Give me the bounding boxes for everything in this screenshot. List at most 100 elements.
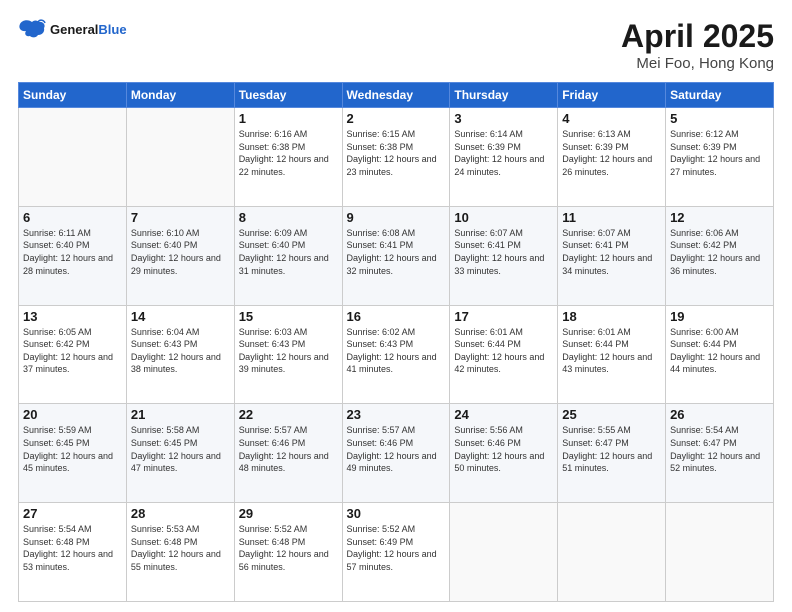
- cell-day-number: 16: [347, 309, 446, 324]
- cell-day-number: 24: [454, 407, 553, 422]
- table-row: [126, 108, 234, 207]
- cell-info: Sunrise: 6:12 AMSunset: 6:39 PMDaylight:…: [670, 128, 769, 178]
- table-row: 25 Sunrise: 5:55 AMSunset: 6:47 PMDayligh…: [558, 404, 666, 503]
- cell-day-number: 6: [23, 210, 122, 225]
- cell-info: Sunrise: 5:55 AMSunset: 6:47 PMDaylight:…: [562, 424, 661, 474]
- cell-info: Sunrise: 6:00 AMSunset: 6:44 PMDaylight:…: [670, 326, 769, 376]
- cell-day-number: 10: [454, 210, 553, 225]
- cell-info: Sunrise: 6:13 AMSunset: 6:39 PMDaylight:…: [562, 128, 661, 178]
- table-row: 1 Sunrise: 6:16 AMSunset: 6:38 PMDaylight…: [234, 108, 342, 207]
- table-row: 16Sunrise: 6:02 AMSunset: 6:43 PMDayligh…: [342, 305, 450, 404]
- cell-info: Sunrise: 6:10 AMSunset: 6:40 PMDaylight:…: [131, 227, 230, 277]
- cell-day-number: 13: [23, 309, 122, 324]
- logo: GeneralBlue: [18, 18, 127, 40]
- cell-day-number: 28: [131, 506, 230, 521]
- cell-day-number: 15: [239, 309, 338, 324]
- cell-info: Sunrise: 5:58 AMSunset: 6:45 PMDaylight:…: [131, 424, 230, 474]
- cell-info: Sunrise: 5:52 AMSunset: 6:48 PMDaylight:…: [239, 523, 338, 573]
- cell-info: Sunrise: 5:59 AMSunset: 6:45 PMDaylight:…: [23, 424, 122, 474]
- table-row: 4 Sunrise: 6:13 AMSunset: 6:39 PMDaylight…: [558, 108, 666, 207]
- calendar-week-row: 13 Sunrise: 6:05 AMSunset: 6:42 PMDayligh…: [19, 305, 774, 404]
- table-row: 10 Sunrise: 6:07 AMSunset: 6:41 PMDayligh…: [450, 206, 558, 305]
- table-row: 21Sunrise: 5:58 AMSunset: 6:45 PMDayligh…: [126, 404, 234, 503]
- cell-day-number: 22: [239, 407, 338, 422]
- cell-day-number: 7: [131, 210, 230, 225]
- cell-info: Sunrise: 6:15 AMSunset: 6:38 PMDaylight:…: [347, 128, 446, 178]
- table-row: 24 Sunrise: 5:56 AMSunset: 6:46 PMDayligh…: [450, 404, 558, 503]
- table-row: 27 Sunrise: 5:54 AMSunset: 6:48 PMDayligh…: [19, 503, 127, 602]
- cell-info: Sunrise: 5:57 AMSunset: 6:46 PMDaylight:…: [239, 424, 338, 474]
- calendar-week-row: 20 Sunrise: 5:59 AMSunset: 6:45 PMDayligh…: [19, 404, 774, 503]
- table-row: 11 Sunrise: 6:07 AMSunset: 6:41 PMDayligh…: [558, 206, 666, 305]
- cell-info: Sunrise: 6:05 AMSunset: 6:42 PMDaylight:…: [23, 326, 122, 376]
- table-row: [666, 503, 774, 602]
- table-row: 15 Sunrise: 6:03 AMSunset: 6:43 PMDayligh…: [234, 305, 342, 404]
- col-saturday: Saturday: [666, 83, 774, 108]
- cell-info: Sunrise: 5:56 AMSunset: 6:46 PMDaylight:…: [454, 424, 553, 474]
- table-row: 14Sunrise: 6:04 AMSunset: 6:43 PMDayligh…: [126, 305, 234, 404]
- calendar-week-row: 1 Sunrise: 6:16 AMSunset: 6:38 PMDaylight…: [19, 108, 774, 207]
- cell-day-number: 29: [239, 506, 338, 521]
- table-row: 18Sunrise: 6:01 AMSunset: 6:44 PMDayligh…: [558, 305, 666, 404]
- header: GeneralBlue April 2025 Mei Foo, Hong Kon…: [18, 18, 774, 72]
- cell-info: Sunrise: 6:04 AMSunset: 6:43 PMDaylight:…: [131, 326, 230, 376]
- cell-day-number: 1: [239, 111, 338, 126]
- col-wednesday: Wednesday: [342, 83, 450, 108]
- cell-day-number: 11: [562, 210, 661, 225]
- table-row: 29 Sunrise: 5:52 AMSunset: 6:48 PMDayligh…: [234, 503, 342, 602]
- cell-day-number: 18: [562, 309, 661, 324]
- col-friday: Friday: [558, 83, 666, 108]
- cell-day-number: 17: [454, 309, 553, 324]
- cell-info: Sunrise: 6:14 AMSunset: 6:39 PMDaylight:…: [454, 128, 553, 178]
- cell-day-number: 9: [347, 210, 446, 225]
- col-monday: Monday: [126, 83, 234, 108]
- table-row: [19, 108, 127, 207]
- cell-info: Sunrise: 5:54 AMSunset: 6:47 PMDaylight:…: [670, 424, 769, 474]
- cell-day-number: 12: [670, 210, 769, 225]
- title-block: April 2025 Mei Foo, Hong Kong: [621, 18, 774, 72]
- cell-info: Sunrise: 6:09 AMSunset: 6:40 PMDaylight:…: [239, 227, 338, 277]
- table-row: 17 Sunrise: 6:01 AMSunset: 6:44 PMDayligh…: [450, 305, 558, 404]
- cell-info: Sunrise: 5:54 AMSunset: 6:48 PMDaylight:…: [23, 523, 122, 573]
- cell-info: Sunrise: 6:16 AMSunset: 6:38 PMDaylight:…: [239, 128, 338, 178]
- table-row: 5Sunrise: 6:12 AMSunset: 6:39 PMDaylight…: [666, 108, 774, 207]
- col-thursday: Thursday: [450, 83, 558, 108]
- table-row: 23Sunrise: 5:57 AMSunset: 6:46 PMDayligh…: [342, 404, 450, 503]
- table-row: 20 Sunrise: 5:59 AMSunset: 6:45 PMDayligh…: [19, 404, 127, 503]
- cell-info: Sunrise: 6:01 AMSunset: 6:44 PMDaylight:…: [454, 326, 553, 376]
- cell-info: Sunrise: 5:53 AMSunset: 6:48 PMDaylight:…: [131, 523, 230, 573]
- calendar-table: Sunday Monday Tuesday Wednesday Thursday…: [18, 82, 774, 602]
- cell-day-number: 2: [347, 111, 446, 126]
- cell-day-number: 30: [347, 506, 446, 521]
- table-row: 2 Sunrise: 6:15 AMSunset: 6:38 PMDaylight…: [342, 108, 450, 207]
- table-row: 30 Sunrise: 5:52 AMSunset: 6:49 PMDayligh…: [342, 503, 450, 602]
- table-row: 19Sunrise: 6:00 AMSunset: 6:44 PMDayligh…: [666, 305, 774, 404]
- cell-info: Sunrise: 6:07 AMSunset: 6:41 PMDaylight:…: [454, 227, 553, 277]
- cell-day-number: 8: [239, 210, 338, 225]
- cell-day-number: 23: [347, 407, 446, 422]
- cell-day-number: 27: [23, 506, 122, 521]
- cell-info: Sunrise: 6:08 AMSunset: 6:41 PMDaylight:…: [347, 227, 446, 277]
- table-row: 22 Sunrise: 5:57 AMSunset: 6:46 PMDayligh…: [234, 404, 342, 503]
- cell-info: Sunrise: 5:52 AMSunset: 6:49 PMDaylight:…: [347, 523, 446, 573]
- table-row: 6Sunrise: 6:11 AMSunset: 6:40 PMDaylight…: [19, 206, 127, 305]
- cell-day-number: 26: [670, 407, 769, 422]
- table-row: [558, 503, 666, 602]
- col-tuesday: Tuesday: [234, 83, 342, 108]
- cell-day-number: 25: [562, 407, 661, 422]
- cell-info: Sunrise: 6:03 AMSunset: 6:43 PMDaylight:…: [239, 326, 338, 376]
- cell-info: Sunrise: 6:07 AMSunset: 6:41 PMDaylight:…: [562, 227, 661, 277]
- calendar-header-row: Sunday Monday Tuesday Wednesday Thursday…: [19, 83, 774, 108]
- cell-day-number: 3: [454, 111, 553, 126]
- cell-info: Sunrise: 6:06 AMSunset: 6:42 PMDaylight:…: [670, 227, 769, 277]
- table-row: [450, 503, 558, 602]
- table-row: 13 Sunrise: 6:05 AMSunset: 6:42 PMDayligh…: [19, 305, 127, 404]
- table-row: 9 Sunrise: 6:08 AMSunset: 6:41 PMDaylight…: [342, 206, 450, 305]
- cell-day-number: 4: [562, 111, 661, 126]
- table-row: 8 Sunrise: 6:09 AMSunset: 6:40 PMDaylight…: [234, 206, 342, 305]
- table-row: 7 Sunrise: 6:10 AMSunset: 6:40 PMDaylight…: [126, 206, 234, 305]
- calendar-week-row: 6Sunrise: 6:11 AMSunset: 6:40 PMDaylight…: [19, 206, 774, 305]
- logo-text: GeneralBlue: [50, 22, 127, 37]
- cell-day-number: 20: [23, 407, 122, 422]
- col-sunday: Sunday: [19, 83, 127, 108]
